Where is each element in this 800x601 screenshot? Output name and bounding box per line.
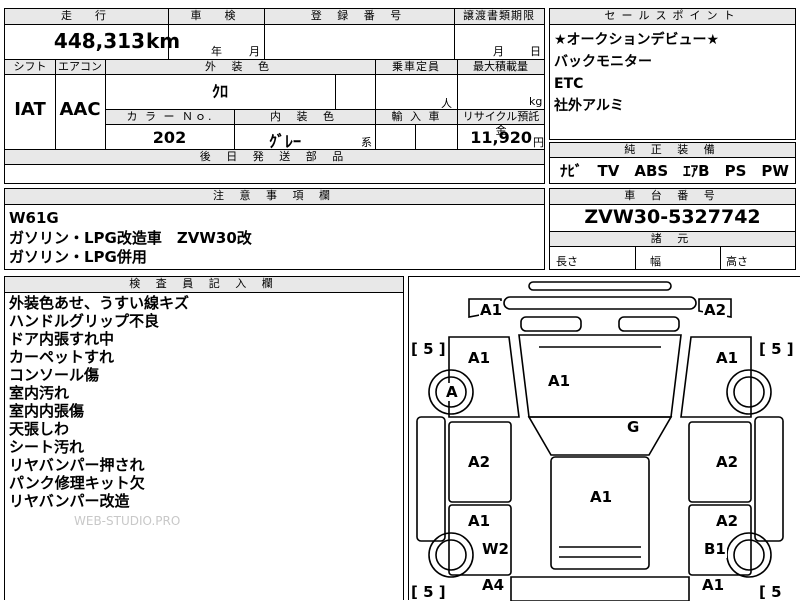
inspector-line-10: リヤバンパー押され: [9, 456, 145, 474]
tire-front-left: [ 5 ]: [411, 340, 446, 358]
notes-label: 注 意 事 項 欄: [5, 189, 544, 204]
watermark: WEB-STUDIO.PRO: [74, 514, 181, 528]
later-parts-label: 後 日 発 送 部 品: [5, 150, 544, 164]
exterior-color-label: 外 装 色: [105, 60, 375, 74]
registration-label: 登 録 番 号: [264, 9, 454, 24]
mileage-value: 448,313: [5, 29, 145, 57]
aircon-label: エアコン: [55, 60, 105, 74]
inspector-label: 検 査 員 記 入 欄: [5, 277, 403, 292]
mark-front-right: A2: [703, 301, 728, 319]
inspector-line-7: 室内内張傷: [9, 402, 85, 420]
sales-points-label: セールスポイント: [550, 9, 795, 24]
inspector-line-12: リヤバンパー改造: [9, 492, 130, 510]
note-line-3: ガソリン・LPG併用: [9, 248, 147, 266]
mark-roof: A1: [589, 488, 614, 506]
max-load-unit: kg: [529, 95, 543, 108]
mark-wheel-rear-left: W2: [481, 540, 510, 558]
inspector-line-4: カーペットすれ: [9, 348, 115, 366]
recycle-value: 11,920: [470, 128, 532, 147]
mark-hood: A1: [547, 372, 572, 390]
inspector-line-8: 天張しわ: [9, 420, 70, 438]
tire-front-right: [ 5 ]: [759, 340, 794, 358]
inspector-line-1: 外装色あせ、うすい線キズ: [9, 294, 190, 312]
mileage-unit: km: [146, 29, 181, 53]
vehicle-info-table: 走 行 車 検 登 録 番 号 譲渡書類期限 448,313 km 年 月 月 …: [4, 8, 545, 184]
length-label: 長さ: [556, 255, 578, 268]
sales-point-1: ★オークションデビュー★: [554, 32, 720, 48]
inspection-month: 月: [249, 45, 260, 58]
equipment-label: 純 正 装 備: [550, 143, 795, 157]
transfer-month: 月: [493, 45, 504, 58]
shift-value: IAT: [14, 99, 46, 120]
chassis-value: ZVW30-5327742: [584, 206, 761, 228]
shift-label: シフト: [5, 60, 55, 74]
inspection-year: 年: [211, 45, 222, 58]
mark-door-front-left: A2: [467, 453, 492, 471]
inspector-line-2: ハンドルグリップ不良: [9, 312, 160, 330]
equipment-box: 純 正 装 備 ﾅﾋﾞ TV ABS ｴｱB PS PW: [549, 142, 796, 184]
aircon-value: AAC: [59, 99, 101, 120]
mark-wheel-rear-right: B1: [703, 540, 727, 558]
recycle-label: リサイクル預託金: [458, 110, 544, 137]
mark-door-rear-right: A2: [715, 512, 740, 530]
note-line-1: W61G: [9, 209, 59, 227]
color-no-label: カ ラ ー Ｎｏ.: [106, 110, 234, 124]
capacity-label: 乗車定員: [375, 60, 457, 74]
inspection-label: 車 検: [168, 9, 264, 24]
mark-rear-right: A1: [701, 576, 726, 594]
transfer-day: 日: [530, 45, 541, 58]
interior-color-suffix: 系: [361, 136, 372, 149]
height-label: 高さ: [726, 255, 748, 268]
mark-door-rear-left: A1: [467, 512, 492, 530]
dimensions-label: 諸 元: [550, 232, 795, 246]
mark-windshield: G: [626, 418, 641, 436]
exterior-color-value: ｸﾛ: [211, 82, 228, 101]
tire-rear-left: [ 5 ]: [411, 583, 446, 601]
max-load-label: 最大積載量: [457, 60, 544, 74]
inspector-line-3: ドア内張すれ中: [9, 330, 115, 348]
mark-wheel-front-left: A: [445, 383, 459, 401]
note-line-2: ガソリン・LPG改造車 ZVW30改: [9, 229, 252, 247]
car-diagram: [416, 281, 784, 601]
interior-color-label: 内 装 色: [235, 110, 375, 124]
car-diagram-box: A1 A2 A1 A1 A1 A G A2 A2 A1 A1 A2 W2 B1 …: [408, 276, 800, 601]
mark-fender-left: A1: [467, 349, 492, 367]
transfer-label: 譲渡書類期限: [454, 9, 544, 24]
inspector-line-6: 室内汚れ: [9, 384, 70, 402]
inspector-line-9: シート汚れ: [9, 438, 85, 456]
inspector-line-5: コンソール傷: [9, 366, 100, 384]
sales-point-3: ETC: [554, 76, 584, 92]
width-label: 幅: [650, 255, 661, 268]
tire-rear-right: [ 5: [759, 583, 782, 601]
mark-front-left: A1: [479, 301, 504, 319]
import-label: 輸 入 車: [376, 110, 457, 124]
mark-door-front-right: A2: [715, 453, 740, 471]
color-no-value: 202: [152, 128, 187, 147]
sales-point-4: 社外アルミ: [554, 98, 624, 114]
recycle-unit: 円: [533, 136, 544, 149]
mark-rear-left: A4: [481, 576, 506, 594]
chassis-label: 車 台 番 号: [550, 189, 795, 204]
inspector-box: 検 査 員 記 入 欄 外装色あせ、うすい線キズ ハンドルグリップ不良 ドア内張…: [4, 276, 404, 600]
sales-point-2: バックモニター: [554, 54, 652, 70]
equipment-value: ﾅﾋﾞ TV ABS ｴｱB PS PW: [560, 162, 789, 180]
mileage-label: 走 行: [5, 9, 168, 24]
sales-points-box: セールスポイント ★オークションデビュー★ バックモニター ETC 社外アルミ: [549, 8, 796, 140]
notes-box: 注 意 事 項 欄 W61G ガソリン・LPG改造車 ZVW30改 ガソリン・L…: [4, 188, 545, 270]
chassis-box: 車 台 番 号 ZVW30-5327742 諸 元 長さ 幅 高さ: [549, 188, 796, 270]
mark-fender-right: A1: [715, 349, 740, 367]
mileage-number: 448,313: [53, 29, 145, 53]
inspector-line-11: パンク修理キット欠: [9, 474, 145, 492]
